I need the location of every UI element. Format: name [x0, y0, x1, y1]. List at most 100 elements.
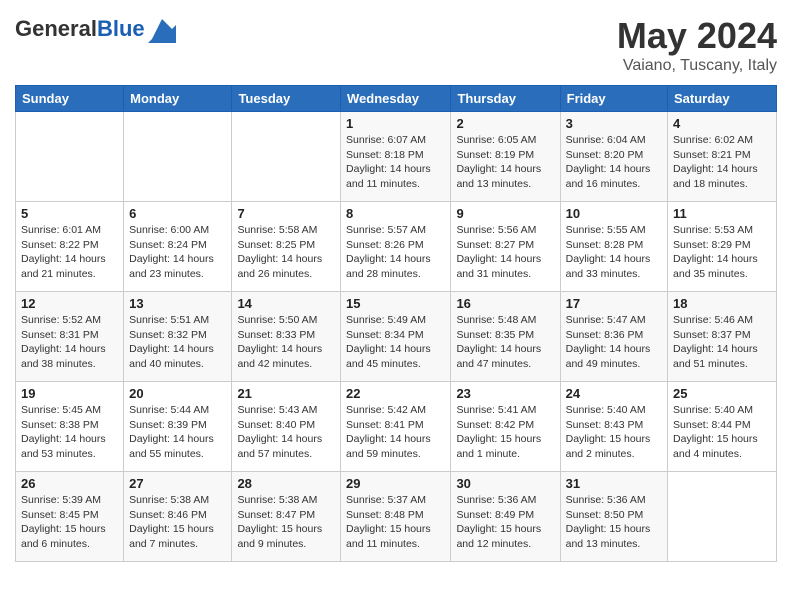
- calendar-location: Vaiano, Tuscany, Italy: [617, 57, 777, 75]
- day-info: Sunrise: 6:02 AM Sunset: 8:21 PM Dayligh…: [673, 133, 771, 192]
- calendar-cell: 21 Sunrise: 5:43 AM Sunset: 8:40 PM Dayli…: [232, 382, 341, 472]
- day-info: Sunrise: 5:56 AM Sunset: 8:27 PM Dayligh…: [456, 223, 554, 282]
- header-day-thursday: Thursday: [451, 86, 560, 112]
- day-number: 20: [129, 386, 226, 401]
- calendar-cell: 17 Sunrise: 5:47 AM Sunset: 8:36 PM Dayli…: [560, 292, 667, 382]
- calendar-cell: 11Sunrise: 5:53 AM Sunset: 8:29 PM Dayli…: [668, 202, 777, 292]
- day-number: 1: [346, 116, 445, 131]
- day-number: 5: [21, 206, 118, 221]
- day-number: 3: [566, 116, 662, 131]
- calendar-cell: 3 Sunrise: 6:04 AM Sunset: 8:20 PM Daylig…: [560, 112, 667, 202]
- week-row-2: 5 Sunrise: 6:01 AM Sunset: 8:22 PM Daylig…: [16, 202, 777, 292]
- day-number: 28: [237, 476, 335, 491]
- calendar-cell: 7Sunrise: 5:58 AM Sunset: 8:25 PM Daylig…: [232, 202, 341, 292]
- day-info: Sunrise: 5:51 AM Sunset: 8:32 PM Dayligh…: [129, 313, 226, 372]
- logo: GeneralBlue: [15, 15, 176, 43]
- day-info: Sunrise: 5:36 AM Sunset: 8:50 PM Dayligh…: [566, 493, 662, 552]
- day-number: 23: [456, 386, 554, 401]
- day-info: Sunrise: 5:39 AM Sunset: 8:45 PM Dayligh…: [21, 493, 118, 552]
- day-info: Sunrise: 6:01 AM Sunset: 8:22 PM Dayligh…: [21, 223, 118, 282]
- day-number: 15: [346, 296, 445, 311]
- day-info: Sunrise: 5:38 AM Sunset: 8:46 PM Dayligh…: [129, 493, 226, 552]
- day-info: Sunrise: 5:47 AM Sunset: 8:36 PM Dayligh…: [566, 313, 662, 372]
- day-info: Sunrise: 6:00 AM Sunset: 8:24 PM Dayligh…: [129, 223, 226, 282]
- header-day-wednesday: Wednesday: [341, 86, 451, 112]
- day-info: Sunrise: 5:53 AM Sunset: 8:29 PM Dayligh…: [673, 223, 771, 282]
- day-number: 8: [346, 206, 445, 221]
- day-number: 7: [237, 206, 335, 221]
- day-info: Sunrise: 5:57 AM Sunset: 8:26 PM Dayligh…: [346, 223, 445, 282]
- day-number: 17: [566, 296, 662, 311]
- calendar-cell: 20 Sunrise: 5:44 AM Sunset: 8:39 PM Dayli…: [124, 382, 232, 472]
- day-info: Sunrise: 5:48 AM Sunset: 8:35 PM Dayligh…: [456, 313, 554, 372]
- day-info: Sunrise: 6:04 AM Sunset: 8:20 PM Dayligh…: [566, 133, 662, 192]
- week-row-5: 26 Sunrise: 5:39 AM Sunset: 8:45 PM Dayli…: [16, 472, 777, 562]
- day-info: Sunrise: 5:44 AM Sunset: 8:39 PM Dayligh…: [129, 403, 226, 462]
- calendar-cell: 16 Sunrise: 5:48 AM Sunset: 8:35 PM Dayli…: [451, 292, 560, 382]
- calendar-cell: [232, 112, 341, 202]
- calendar-cell: 12 Sunrise: 5:52 AM Sunset: 8:31 PM Dayli…: [16, 292, 124, 382]
- day-number: 12: [21, 296, 118, 311]
- day-number: 22: [346, 386, 445, 401]
- calendar-cell: [668, 472, 777, 562]
- calendar-title: May 2024: [617, 15, 777, 57]
- calendar-cell: 27 Sunrise: 5:38 AM Sunset: 8:46 PM Dayli…: [124, 472, 232, 562]
- week-row-1: 1Sunrise: 6:07 AM Sunset: 8:18 PM Daylig…: [16, 112, 777, 202]
- day-number: 30: [456, 476, 554, 491]
- day-info: Sunrise: 5:38 AM Sunset: 8:47 PM Dayligh…: [237, 493, 335, 552]
- day-number: 25: [673, 386, 771, 401]
- calendar-cell: 26 Sunrise: 5:39 AM Sunset: 8:45 PM Dayli…: [16, 472, 124, 562]
- day-number: 16: [456, 296, 554, 311]
- day-number: 27: [129, 476, 226, 491]
- calendar-cell: 6 Sunrise: 6:00 AM Sunset: 8:24 PM Daylig…: [124, 202, 232, 292]
- day-info: Sunrise: 5:49 AM Sunset: 8:34 PM Dayligh…: [346, 313, 445, 372]
- calendar-cell: 1Sunrise: 6:07 AM Sunset: 8:18 PM Daylig…: [341, 112, 451, 202]
- day-number: 24: [566, 386, 662, 401]
- title-block: May 2024 Vaiano, Tuscany, Italy: [617, 15, 777, 75]
- logo-general-text: General: [15, 16, 97, 41]
- day-number: 18: [673, 296, 771, 311]
- header-day-friday: Friday: [560, 86, 667, 112]
- week-row-3: 12 Sunrise: 5:52 AM Sunset: 8:31 PM Dayli…: [16, 292, 777, 382]
- day-number: 6: [129, 206, 226, 221]
- day-info: Sunrise: 5:37 AM Sunset: 8:48 PM Dayligh…: [346, 493, 445, 552]
- calendar-cell: 24 Sunrise: 5:40 AM Sunset: 8:43 PM Dayli…: [560, 382, 667, 472]
- day-info: Sunrise: 5:43 AM Sunset: 8:40 PM Dayligh…: [237, 403, 335, 462]
- day-number: 2: [456, 116, 554, 131]
- calendar-cell: 13 Sunrise: 5:51 AM Sunset: 8:32 PM Dayli…: [124, 292, 232, 382]
- calendar-cell: 30 Sunrise: 5:36 AM Sunset: 8:49 PM Dayli…: [451, 472, 560, 562]
- logo-blue-text: Blue: [97, 16, 145, 41]
- day-number: 9: [456, 206, 554, 221]
- day-number: 13: [129, 296, 226, 311]
- day-info: Sunrise: 5:36 AM Sunset: 8:49 PM Dayligh…: [456, 493, 554, 552]
- calendar-cell: 10 Sunrise: 5:55 AM Sunset: 8:28 PM Dayli…: [560, 202, 667, 292]
- logo-icon: [148, 15, 176, 43]
- day-info: Sunrise: 5:46 AM Sunset: 8:37 PM Dayligh…: [673, 313, 771, 372]
- calendar-table: SundayMondayTuesdayWednesdayThursdayFrid…: [15, 85, 777, 562]
- day-info: Sunrise: 5:40 AM Sunset: 8:44 PM Dayligh…: [673, 403, 771, 462]
- header-day-monday: Monday: [124, 86, 232, 112]
- calendar-cell: 25 Sunrise: 5:40 AM Sunset: 8:44 PM Dayli…: [668, 382, 777, 472]
- day-info: Sunrise: 5:55 AM Sunset: 8:28 PM Dayligh…: [566, 223, 662, 282]
- calendar-cell: [16, 112, 124, 202]
- calendar-cell: 29Sunrise: 5:37 AM Sunset: 8:48 PM Dayli…: [341, 472, 451, 562]
- day-info: Sunrise: 6:05 AM Sunset: 8:19 PM Dayligh…: [456, 133, 554, 192]
- calendar-header: SundayMondayTuesdayWednesdayThursdayFrid…: [16, 86, 777, 112]
- page-header: GeneralBlue May 2024 Vaiano, Tuscany, It…: [15, 15, 777, 75]
- day-number: 4: [673, 116, 771, 131]
- day-info: Sunrise: 5:41 AM Sunset: 8:42 PM Dayligh…: [456, 403, 554, 462]
- day-info: Sunrise: 5:52 AM Sunset: 8:31 PM Dayligh…: [21, 313, 118, 372]
- day-number: 14: [237, 296, 335, 311]
- day-number: 10: [566, 206, 662, 221]
- day-number: 19: [21, 386, 118, 401]
- day-number: 21: [237, 386, 335, 401]
- calendar-cell: 15 Sunrise: 5:49 AM Sunset: 8:34 PM Dayli…: [341, 292, 451, 382]
- week-row-4: 19 Sunrise: 5:45 AM Sunset: 8:38 PM Dayli…: [16, 382, 777, 472]
- day-info: Sunrise: 5:40 AM Sunset: 8:43 PM Dayligh…: [566, 403, 662, 462]
- calendar-cell: 8 Sunrise: 5:57 AM Sunset: 8:26 PM Daylig…: [341, 202, 451, 292]
- calendar-cell: [124, 112, 232, 202]
- day-info: Sunrise: 5:45 AM Sunset: 8:38 PM Dayligh…: [21, 403, 118, 462]
- calendar-cell: 2 Sunrise: 6:05 AM Sunset: 8:19 PM Daylig…: [451, 112, 560, 202]
- day-number: 26: [21, 476, 118, 491]
- calendar-cell: 31Sunrise: 5:36 AM Sunset: 8:50 PM Dayli…: [560, 472, 667, 562]
